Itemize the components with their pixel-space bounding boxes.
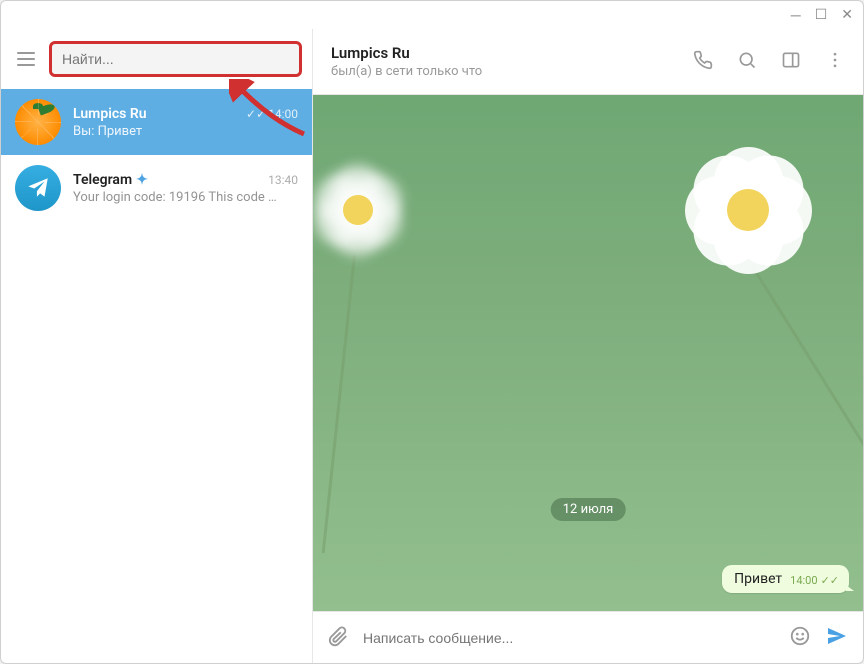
chat-body: Telegram ✦ 13:40 Your login code: 19196 … <box>73 172 298 205</box>
read-ticks-icon: ✓✓ <box>246 107 266 121</box>
message-input[interactable] <box>363 630 775 646</box>
background-decoration <box>313 155 413 265</box>
chat-time: 13:40 <box>268 173 298 187</box>
verified-icon: ✦ <box>136 172 148 188</box>
chat-item-lumpics[interactable]: Lumpics Ru ✓✓ 14:00 Вы: Привет <box>1 89 312 155</box>
sidebar: Lumpics Ru ✓✓ 14:00 Вы: Привет <box>1 29 313 663</box>
chat-name: Telegram ✦ <box>73 172 148 188</box>
header-info[interactable]: Lumpics Ru был(а) в сети только что <box>331 44 673 79</box>
message-text: Привет <box>734 571 782 587</box>
message-area[interactable]: 12 июля Привет 14:00 ✓✓ <box>313 95 863 611</box>
menu-icon[interactable] <box>17 52 35 66</box>
emoji-icon[interactable] <box>789 625 811 651</box>
chat-list: Lumpics Ru ✓✓ 14:00 Вы: Привет <box>1 89 312 663</box>
chat-header: Lumpics Ru был(а) в сети только что <box>313 29 863 95</box>
close-icon[interactable]: ✕ <box>841 7 853 23</box>
chat-body: Lumpics Ru ✓✓ 14:00 Вы: Привет <box>73 106 298 139</box>
background-decoration <box>673 135 823 285</box>
minimize-icon[interactable]: ─ <box>791 7 801 24</box>
app-window: ─ ☐ ✕ Lumpics Ru <box>0 0 864 664</box>
chat-status: был(а) в сети только что <box>331 64 673 79</box>
attach-icon[interactable] <box>327 625 349 651</box>
composer <box>313 611 863 663</box>
header-actions <box>693 50 845 74</box>
more-icon[interactable] <box>825 50 845 74</box>
message-meta: 14:00 ✓✓ <box>790 574 839 587</box>
window-controls: ─ ☐ ✕ <box>1 1 863 29</box>
search-field-highlight <box>49 41 302 77</box>
chat-title: Lumpics Ru <box>331 44 673 62</box>
avatar <box>15 99 61 145</box>
chat-preview: Вы: Привет <box>73 124 298 139</box>
chat-time: ✓✓ 14:00 <box>246 107 298 121</box>
content: Lumpics Ru ✓✓ 14:00 Вы: Привет <box>1 29 863 663</box>
avatar <box>15 165 61 211</box>
read-ticks-icon: ✓✓ <box>821 574 839 587</box>
chat-name: Lumpics Ru <box>73 106 147 122</box>
sidepanel-icon[interactable] <box>781 50 801 74</box>
call-icon[interactable] <box>693 50 713 74</box>
search-input[interactable] <box>62 51 289 67</box>
sidebar-top <box>1 29 312 89</box>
maximize-icon[interactable]: ☐ <box>815 7 828 23</box>
chat-item-telegram[interactable]: Telegram ✦ 13:40 Your login code: 19196 … <box>1 155 312 221</box>
chat-preview: Your login code: 19196 This code … <box>73 190 298 205</box>
main-pane: Lumpics Ru был(а) в сети только что <box>313 29 863 663</box>
send-icon[interactable] <box>825 624 849 652</box>
date-separator: 12 июля <box>551 498 626 521</box>
message-bubble-outgoing[interactable]: Привет 14:00 ✓✓ <box>722 565 849 593</box>
search-icon[interactable] <box>737 50 757 74</box>
